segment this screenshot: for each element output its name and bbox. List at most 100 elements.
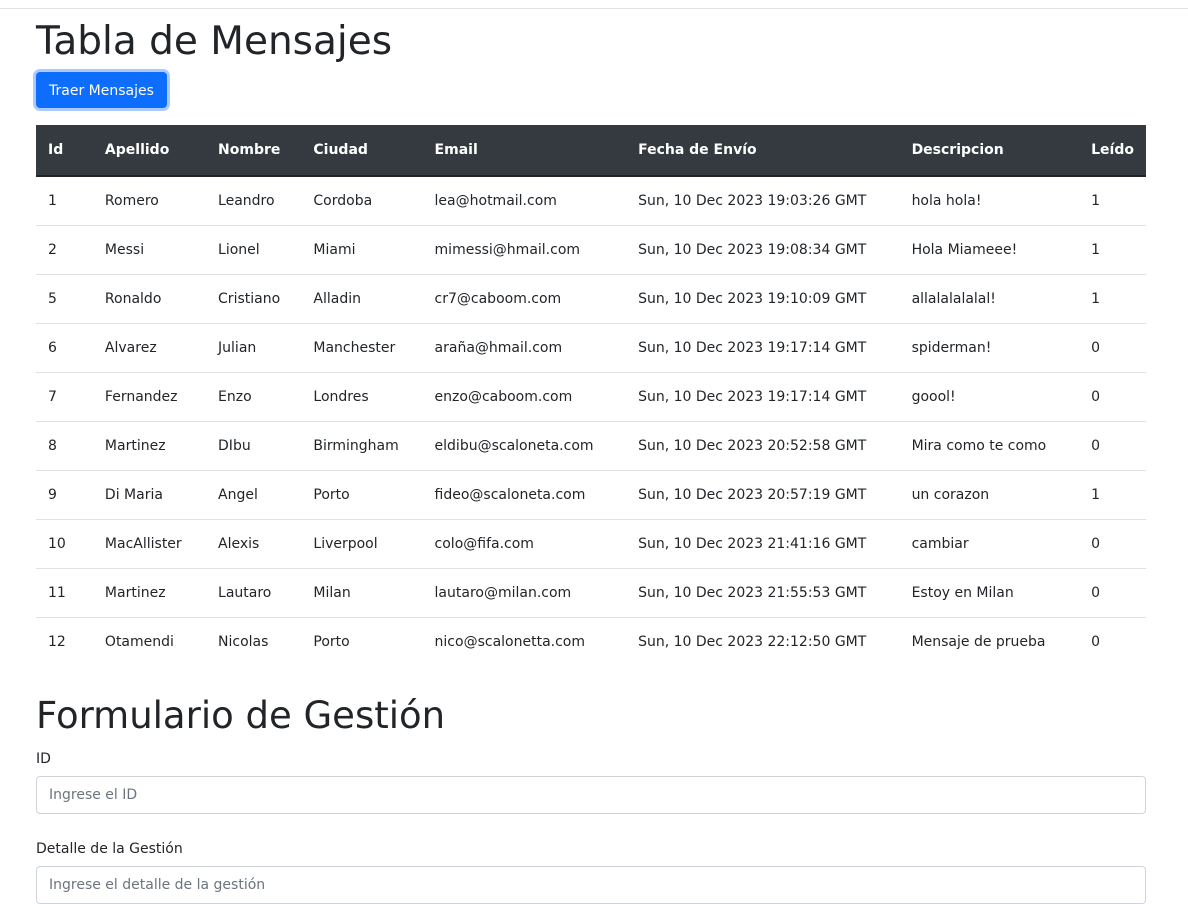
cell-ciudad: Manchester — [301, 323, 423, 373]
table-row: 11 Martinez Lautaro Milan lautaro@milan.… — [36, 568, 1146, 618]
cell-descripcion: goool! — [899, 372, 1080, 422]
cell-descripcion: Estoy en Milan — [899, 568, 1080, 618]
detail-label: Detalle de la Gestión — [36, 841, 183, 857]
cell-id: 2 — [36, 225, 93, 275]
cell-id: 6 — [36, 323, 93, 373]
cell-nombre: Angel — [206, 470, 302, 520]
cell-nombre: DIbu — [206, 421, 302, 471]
cell-apellido: Romero — [92, 176, 207, 226]
cell-fecha: Sun, 10 Dec 2023 19:10:09 GMT — [626, 274, 900, 324]
table-row: 6 Alvarez Julian Manchester araña@hmail.… — [36, 323, 1146, 373]
table-row: 8 Martinez DIbu Birmingham eldibu@scalon… — [36, 421, 1146, 471]
cell-leido: 1 — [1079, 470, 1146, 520]
table-row: 2 Messi Lionel Miami mimessi@hmail.com S… — [36, 225, 1146, 275]
cell-apellido: Martinez — [92, 421, 207, 471]
cell-fecha: Sun, 10 Dec 2023 19:17:14 GMT — [626, 372, 900, 422]
cell-id: 10 — [36, 519, 93, 569]
cell-leido: 0 — [1079, 323, 1146, 373]
cell-email: mimessi@hmail.com — [422, 225, 627, 275]
cell-fecha: Sun, 10 Dec 2023 22:12:50 GMT — [638, 634, 867, 650]
column-header-ciudad[interactable]: Ciudad — [301, 125, 423, 177]
cell-nombre: Cristiano — [206, 274, 302, 324]
page-title: Tabla de Mensajes — [36, 19, 393, 64]
cell-id: 8 — [36, 421, 93, 471]
table-row: 10 MacAllister Alexis Liverpool colo@fif… — [36, 519, 1146, 569]
cell-leido: 1 — [1079, 176, 1146, 226]
cell-apellido: Di Maria — [92, 470, 207, 520]
cell-fecha: Sun, 10 Dec 2023 20:52:58 GMT — [626, 421, 900, 471]
cell-fecha: Sun, 10 Dec 2023 21:41:16 GMT — [626, 519, 900, 569]
cell-email: eldibu@scaloneta.com — [422, 421, 627, 471]
cell-nombre: Enzo — [206, 372, 302, 422]
cell-id: 9 — [36, 470, 93, 520]
cell-descripcion: Mensaje de prueba — [911, 634, 1046, 650]
cell-nombre: Lionel — [206, 225, 302, 275]
table-row: 5 Ronaldo Cristiano Alladin cr7@caboom.c… — [36, 274, 1146, 324]
top-divider — [0, 8, 1188, 9]
cell-nombre: Alexis — [206, 519, 302, 569]
cell-apellido: Alvarez — [92, 323, 207, 373]
cell-id: 11 — [36, 568, 93, 618]
column-header-leido[interactable]: Leído — [1079, 125, 1146, 177]
column-header-apellido[interactable]: Apellido — [92, 125, 207, 177]
cell-fecha: Sun, 10 Dec 2023 20:57:19 GMT — [626, 470, 900, 520]
cell-descripcion: spiderman! — [899, 323, 1080, 373]
cell-leido: 0 — [1079, 372, 1146, 422]
cell-apellido: Fernandez — [92, 372, 207, 422]
cell-fecha: Sun, 10 Dec 2023 19:03:26 GMT — [626, 176, 900, 226]
form-title: Formulario de Gestión — [36, 694, 446, 737]
cell-ciudad: Birmingham — [301, 421, 423, 471]
cell-ciudad: Milan — [301, 568, 423, 618]
cell-email: lea@hotmail.com — [422, 176, 627, 226]
column-header-email[interactable]: Email — [422, 125, 627, 177]
detail-input[interactable] — [36, 866, 1146, 904]
column-header-descripcion[interactable]: Descripcion — [899, 125, 1080, 177]
cell-apellido: Messi — [92, 225, 207, 275]
table-header-row: Id Apellido Nombre Ciudad Email Fecha de… — [36, 125, 1146, 177]
fetch-messages-button[interactable]: Traer Mensajes — [36, 72, 167, 108]
cell-apellido: Ronaldo — [92, 274, 207, 324]
column-header-fecha[interactable]: Fecha de Envío — [626, 125, 900, 177]
column-header-nombre[interactable]: Nombre — [206, 125, 302, 177]
column-header-id[interactable]: Id — [36, 125, 93, 177]
table-row: 1 Romero Leandro Cordoba lea@hotmail.com… — [36, 176, 1146, 226]
cell-descripcion: Hola Miameee! — [899, 225, 1080, 275]
cell-email: nico@scalonetta.com — [434, 634, 585, 650]
cell-apellido: Martinez — [92, 568, 207, 618]
cell-ciudad: Cordoba — [301, 176, 423, 226]
cell-id: 12 — [48, 634, 66, 650]
messages-table: Id Apellido Nombre Ciudad Email Fecha de… — [36, 125, 1146, 666]
cell-fecha: Sun, 10 Dec 2023 21:55:53 GMT — [626, 568, 900, 618]
cell-fecha: Sun, 10 Dec 2023 19:17:14 GMT — [626, 323, 900, 373]
id-input[interactable] — [36, 776, 1146, 814]
cell-apellido: MacAllister — [92, 519, 207, 569]
cell-leido: 1 — [1079, 274, 1146, 324]
cell-id: 5 — [36, 274, 93, 324]
cell-ciudad: Porto — [301, 470, 423, 520]
cell-leido: 0 — [1079, 568, 1146, 618]
cell-nombre: Lautaro — [206, 568, 302, 618]
cell-descripcion: un corazon — [899, 470, 1080, 520]
cell-apellido: Otamendi — [104, 634, 174, 650]
main-container: Tabla de Mensajes Traer Mensajes Id Apel… — [36, 18, 1146, 904]
cell-descripcion: hola hola! — [899, 176, 1080, 226]
table-row: 9 Di Maria Angel Porto fideo@scaloneta.c… — [36, 470, 1146, 520]
table-row: 7 Fernandez Enzo Londres enzo@caboom.com… — [36, 372, 1146, 422]
cell-descripcion: cambiar — [899, 519, 1080, 569]
cell-id: 1 — [36, 176, 93, 226]
cell-ciudad: Alladin — [301, 274, 423, 324]
cell-email: cr7@caboom.com — [422, 274, 627, 324]
cell-ciudad: Miami — [301, 225, 423, 275]
cell-leido: 0 — [1091, 634, 1101, 650]
cell-ciudad: Liverpool — [301, 519, 423, 569]
cell-leido: 1 — [1079, 225, 1146, 275]
cell-leido: 0 — [1079, 421, 1146, 471]
table-row: 12 Otamendi Nicolas Porto nico@scalonett… — [36, 618, 1146, 667]
cell-nombre: Nicolas — [218, 634, 269, 650]
cell-id: 7 — [36, 372, 93, 422]
id-label: ID — [36, 751, 51, 767]
cell-ciudad: Londres — [301, 372, 423, 422]
cell-email: lautaro@milan.com — [422, 568, 627, 618]
cell-nombre: Leandro — [206, 176, 302, 226]
cell-ciudad: Porto — [313, 634, 350, 650]
